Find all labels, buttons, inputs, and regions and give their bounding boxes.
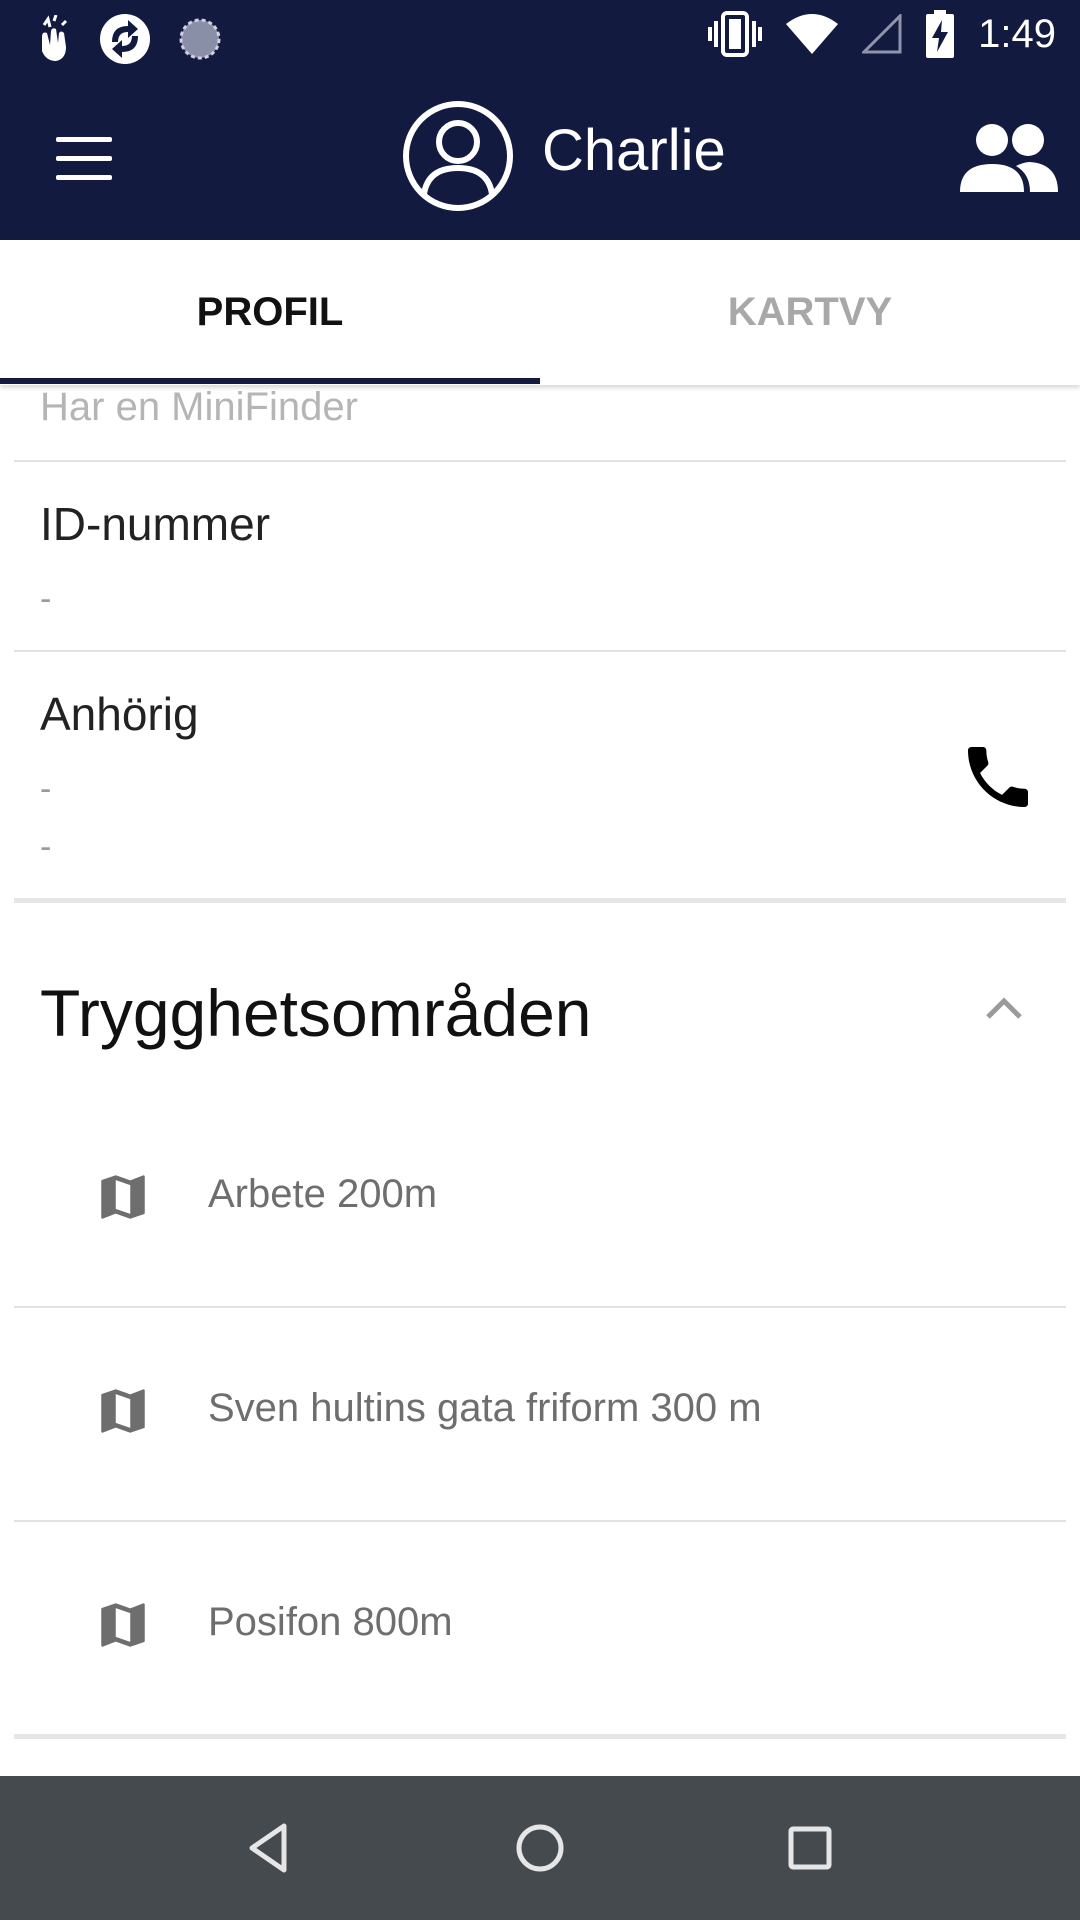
safety-area-item[interactable]: Arbete 200m	[0, 1092, 1080, 1304]
divider	[14, 650, 1066, 652]
relative-value: -	[40, 770, 52, 808]
chevron-up-icon[interactable]	[984, 993, 1024, 1023]
app-toolbar: Charlie	[0, 75, 1080, 240]
status-bar: 1:49	[0, 0, 1080, 75]
back-icon[interactable]	[238, 1816, 302, 1880]
relative-value: -	[40, 828, 52, 866]
tab-profil[interactable]: PROFIL	[0, 240, 540, 385]
vibrate-icon	[708, 11, 763, 57]
safety-area-label: Posifon 800m	[208, 1600, 453, 1644]
section-divider	[14, 1734, 1066, 1739]
section-divider	[14, 898, 1066, 903]
user-avatar-icon[interactable]	[402, 100, 514, 212]
id-number-label: ID-nummer	[40, 498, 271, 550]
relative-label: Anhörig	[40, 688, 199, 740]
wifi-icon	[786, 14, 839, 54]
tab-kartvy[interactable]: KARTVY	[540, 240, 1080, 385]
tab-bar: PROFIL KARTVY	[0, 240, 1080, 385]
system-nav-bar	[0, 1776, 1080, 1920]
hamburger-menu-icon[interactable]	[56, 137, 112, 180]
safety-area-label: Sven hultins gata friform 300 m	[208, 1386, 762, 1430]
map-icon	[101, 1389, 145, 1433]
status-time: 1:49	[978, 11, 1056, 56]
hand-notification-icon	[42, 15, 68, 61]
phone-icon[interactable]	[958, 737, 1038, 817]
cell-signal-icon	[862, 14, 902, 54]
safety-area-label: Arbete 200m	[208, 1172, 438, 1216]
active-tab-indicator	[0, 378, 540, 384]
page-title: Charlie	[542, 118, 726, 183]
safety-area-item[interactable]: Posifon 800m	[0, 1520, 1080, 1732]
safety-areas-title: Trygghetsområden	[40, 976, 592, 1050]
home-icon[interactable]	[508, 1816, 572, 1880]
battery-charging-icon	[926, 10, 955, 58]
id-number-value: -	[40, 580, 52, 618]
map-icon	[101, 1603, 145, 1647]
loading-notification-icon	[179, 18, 221, 60]
recents-icon[interactable]	[778, 1816, 842, 1880]
map-icon	[101, 1175, 145, 1219]
sync-notification-icon	[100, 14, 150, 64]
group-icon[interactable]	[958, 120, 1058, 194]
system-status-icons: 1:49	[708, 10, 1056, 58]
partial-field-text: Har en MiniFinder	[40, 385, 358, 429]
safety-area-item[interactable]: Sven hultins gata friform 300 m	[0, 1306, 1080, 1518]
notification-icons	[36, 12, 222, 66]
divider	[14, 460, 1066, 462]
